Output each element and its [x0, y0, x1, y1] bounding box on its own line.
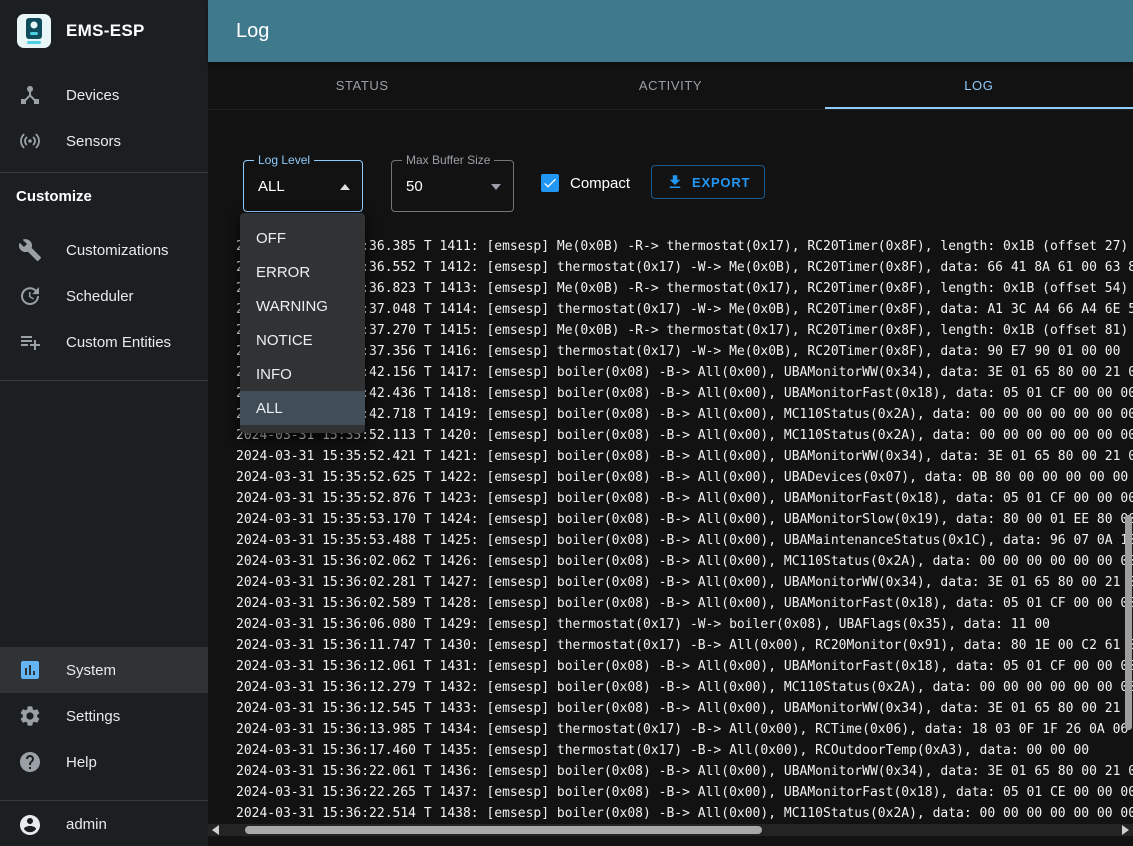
log-line: 2024-03-31 15:36:13.985 T 1434: [emsesp]…	[236, 719, 1133, 740]
sidebar-divider	[0, 380, 208, 381]
horizontal-scrollbar-thumb[interactable]	[245, 826, 762, 834]
horizontal-scrollbar[interactable]	[208, 824, 1133, 836]
log-line: 2024-03-31 15:36:12.279 T 1432: [emsesp]…	[236, 677, 1133, 698]
tab-activity[interactable]: ACTIVITY	[516, 62, 824, 109]
compact-checkbox-row[interactable]: Compact	[541, 165, 630, 201]
log-panel: Log Level ALL Max Buffer Size 50 Compact…	[208, 110, 1133, 846]
tab-log[interactable]: LOG	[825, 62, 1133, 109]
sidebar-item-scheduler[interactable]: Scheduler	[0, 273, 208, 319]
compact-checkbox[interactable]	[541, 174, 559, 192]
log-level-label: Log Level	[254, 153, 314, 167]
sidebar-item-settings[interactable]: Settings	[0, 693, 208, 739]
page-title: Log	[236, 20, 269, 43]
vertical-scrollbar-thumb[interactable]	[1125, 515, 1132, 730]
sidebar-item-customizations[interactable]: Customizations	[0, 227, 208, 273]
log-line: 2024-03-31 15:35:52.876 T 1423: [emsesp]…	[236, 488, 1133, 509]
log-level-value: ALL	[258, 178, 285, 195]
chart-icon	[18, 658, 42, 682]
build-icon	[18, 238, 42, 262]
sidebar-user-admin[interactable]: admin	[0, 803, 208, 846]
download-icon	[666, 173, 684, 191]
log-line: 2024-03-31 15:35:37.270 T 1415: [emsesp]…	[236, 320, 1133, 341]
log-line: 2024-03-31 15:35:52.421 T 1421: [emsesp]…	[236, 446, 1133, 467]
tab-status[interactable]: STATUS	[208, 62, 516, 109]
chevron-down-icon	[491, 184, 501, 190]
export-button[interactable]: EXPORT	[651, 165, 765, 199]
log-line: 2024-03-31 15:36:22.265 T 1437: [emsesp]…	[236, 782, 1133, 803]
menu-item-info[interactable]: INFO	[240, 357, 365, 391]
check-icon	[542, 175, 558, 191]
help-icon	[18, 750, 42, 774]
sidebar-item-label: Custom Entities	[66, 334, 171, 351]
sidebar-item-system[interactable]: System	[0, 647, 208, 693]
sidebar-divider	[0, 800, 208, 801]
sidebar-section-customize: Customize	[0, 174, 208, 220]
log-line: 2024-03-31 15:36:06.080 T 1429: [emsesp]…	[236, 614, 1133, 635]
log-line: 2024-03-31 15:36:02.062 T 1426: [emsesp]…	[236, 551, 1133, 572]
app-root: EMS-ESP Devices Sensors Customize Custom…	[0, 0, 1133, 846]
log-line: 2024-03-31 15:35:53.170 T 1424: [emsesp]…	[236, 509, 1133, 530]
log-line: 2024-03-31 15:35:42.718 T 1419: [emsesp]…	[236, 404, 1133, 425]
sidebar-item-label: System	[66, 662, 116, 679]
gear-icon	[18, 704, 42, 728]
log-line: 2024-03-31 15:35:36.385 T 1411: [emsesp]…	[236, 236, 1133, 257]
sidebar-item-help[interactable]: Help	[0, 739, 208, 785]
sidebar-item-sensors[interactable]: Sensors	[0, 118, 208, 164]
log-line: 2024-03-31 15:35:42.436 T 1418: [emsesp]…	[236, 383, 1133, 404]
sidebar-item-devices[interactable]: Devices	[0, 72, 208, 118]
sensors-icon	[18, 129, 42, 153]
sidebar-divider	[0, 172, 208, 173]
user-label: admin	[66, 816, 107, 833]
log-level-menu: OFF ERROR WARNING NOTICE INFO ALL	[240, 213, 365, 433]
sidebar-item-label: Sensors	[66, 133, 121, 150]
compact-label: Compact	[570, 175, 630, 192]
menu-item-off[interactable]: OFF	[240, 221, 365, 255]
log-line: 2024-03-31 15:35:36.823 T 1413: [emsesp]…	[236, 278, 1133, 299]
tab-bar: STATUS ACTIVITY LOG	[208, 62, 1133, 110]
menu-item-all[interactable]: ALL	[240, 391, 365, 425]
sidebar-item-label: Devices	[66, 87, 119, 104]
scroll-left-arrow-icon[interactable]	[212, 825, 219, 835]
log-line: 2024-03-31 15:35:37.356 T 1416: [emsesp]…	[236, 341, 1133, 362]
menu-item-notice[interactable]: NOTICE	[240, 323, 365, 357]
ems-esp-logo-icon	[16, 13, 52, 49]
scroll-right-arrow-icon[interactable]	[1122, 825, 1129, 835]
sidebar-item-label: Settings	[66, 708, 120, 725]
export-label: EXPORT	[692, 175, 750, 190]
log-line: 2024-03-31 15:35:42.156 T 1417: [emsesp]…	[236, 362, 1133, 383]
app-title: EMS-ESP	[66, 21, 145, 41]
account-circle-icon	[18, 813, 42, 837]
sidebar-item-custom-entities[interactable]: Custom Entities	[0, 319, 208, 365]
devices-icon	[18, 83, 42, 107]
log-line: 2024-03-31 15:36:02.589 T 1428: [emsesp]…	[236, 593, 1133, 614]
log-line: 2024-03-31 15:36:17.460 T 1435: [emsesp]…	[236, 740, 1133, 761]
log-line: 2024-03-31 15:35:36.552 T 1412: [emsesp]…	[236, 257, 1133, 278]
log-line: 2024-03-31 15:36:22.514 T 1438: [emsesp]…	[236, 803, 1133, 824]
playlist-add-icon	[18, 330, 42, 354]
app-header: EMS-ESP	[0, 0, 208, 62]
log-line: 2024-03-31 15:36:02.281 T 1427: [emsesp]…	[236, 572, 1133, 593]
log-line: 2024-03-31 15:36:11.747 T 1430: [emsesp]…	[236, 635, 1133, 656]
log-line: 2024-03-31 15:35:53.488 T 1425: [emsesp]…	[236, 530, 1133, 551]
log-level-select[interactable]: Log Level ALL	[243, 160, 363, 212]
schedule-icon	[18, 284, 42, 308]
menu-item-error[interactable]: ERROR	[240, 255, 365, 289]
sidebar-item-label: Help	[66, 754, 97, 771]
sidebar-item-label: Scheduler	[66, 288, 134, 305]
log-line: 2024-03-31 15:36:12.545 T 1433: [emsesp]…	[236, 698, 1133, 719]
sidebar: EMS-ESP Devices Sensors Customize Custom…	[0, 0, 208, 846]
menu-item-warning[interactable]: WARNING	[240, 289, 365, 323]
max-buffer-label: Max Buffer Size	[402, 153, 494, 167]
log-line: 2024-03-31 15:36:12.061 T 1431: [emsesp]…	[236, 656, 1133, 677]
log-line: 2024-03-31 15:36:22.061 T 1436: [emsesp]…	[236, 761, 1133, 782]
log-line: 2024-03-31 15:35:37.048 T 1414: [emsesp]…	[236, 299, 1133, 320]
max-buffer-select[interactable]: Max Buffer Size 50	[391, 160, 514, 212]
chevron-up-icon	[340, 184, 350, 190]
log-line: 2024-03-31 15:35:52.113 T 1420: [emsesp]…	[236, 425, 1133, 446]
sidebar-item-label: Customizations	[66, 242, 169, 259]
log-line: 2024-03-31 15:35:52.625 T 1422: [emsesp]…	[236, 467, 1133, 488]
topbar: Log	[208, 0, 1133, 62]
max-buffer-value: 50	[406, 178, 423, 195]
